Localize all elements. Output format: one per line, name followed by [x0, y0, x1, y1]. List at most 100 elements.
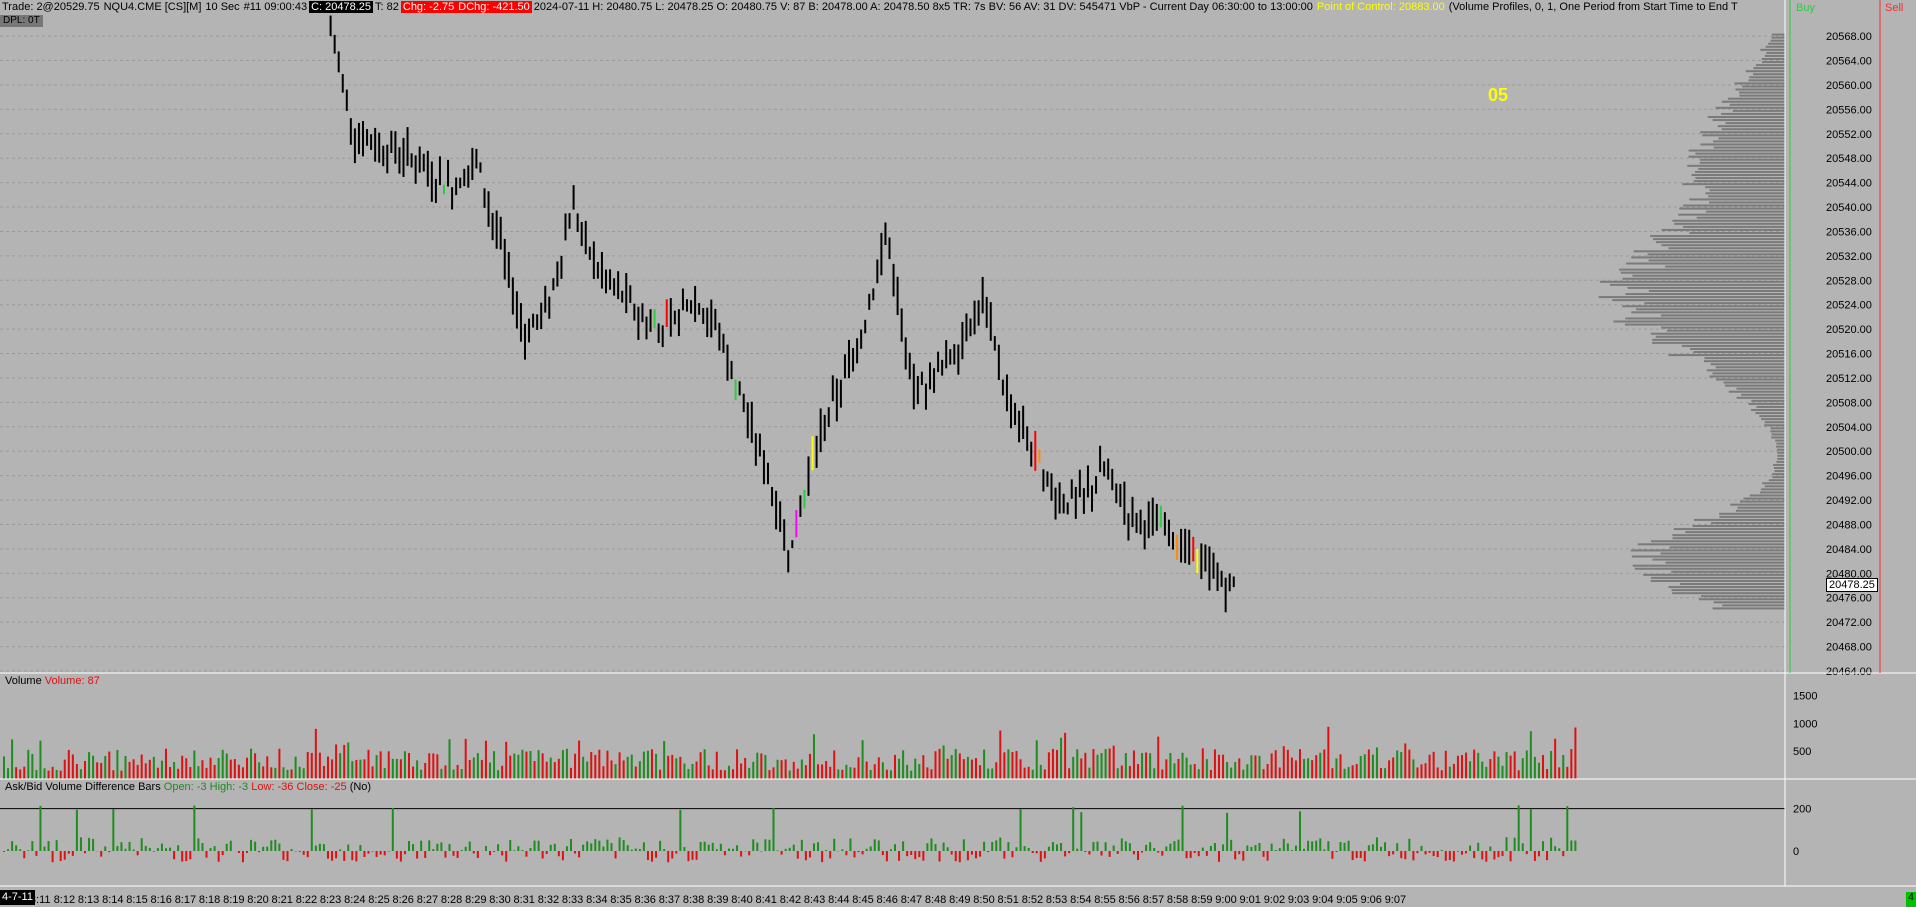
price-tick-label: 20476.00 [1826, 593, 1872, 605]
time-tick-label: 8:17 [175, 894, 196, 906]
profile-bar [1648, 259, 1785, 262]
chart-window[interactable]: { "header": { "trade": "Trade: 2@20529.7… [0, 0, 1916, 907]
profile-bar [1700, 143, 1785, 146]
profile-bar [1708, 201, 1785, 204]
profile-bar [1770, 427, 1785, 430]
profile-bar [1691, 173, 1785, 176]
diff-tick-label: 0 [1793, 846, 1799, 858]
profile-bar [1665, 265, 1785, 268]
time-tick-label: 8:41 [755, 894, 776, 906]
time-tick-label: 8:33 [562, 894, 583, 906]
profile-bar [1653, 238, 1785, 241]
profile-bar [1620, 271, 1785, 274]
profile-bar [1703, 360, 1785, 363]
profile-bar [1651, 540, 1785, 543]
profile-bar [1728, 390, 1785, 393]
profile-bar [1721, 128, 1785, 131]
time-tick-label: 8:44 [828, 894, 849, 906]
profile-bar [1755, 412, 1785, 415]
profile-bar [1683, 204, 1785, 207]
diff-extra: (No) [349, 781, 372, 793]
profile-bar [1756, 405, 1785, 408]
price-tick-label: 20484.00 [1826, 544, 1872, 556]
price-tick-label: 20516.00 [1826, 349, 1872, 361]
profile-bar [1672, 534, 1785, 537]
profile-bar [1707, 115, 1785, 118]
profile-bar [1695, 170, 1785, 173]
profile-bar [1609, 283, 1785, 286]
profile-bar [1685, 531, 1785, 534]
time-tick-label: 8:38 [683, 894, 704, 906]
time-tick-label: 8:47 [901, 894, 922, 906]
profile-bar [1688, 155, 1785, 158]
profile-bar [1690, 347, 1785, 350]
profile-bar [1777, 454, 1785, 457]
profile-bar [1723, 381, 1785, 384]
profile-bar [1650, 235, 1785, 238]
profile-bar [1668, 354, 1785, 357]
volume-title: Volume [5, 675, 42, 687]
profile-bar [1774, 470, 1785, 473]
time-tick-label: 8:21 [271, 894, 292, 906]
profile-bar [1652, 558, 1785, 561]
profile-bar [1776, 448, 1785, 451]
profile-bar [1696, 216, 1785, 219]
price-bars [329, 15, 1235, 613]
profile-bar [1743, 497, 1785, 500]
profile-bar [1672, 537, 1785, 540]
profile-bar [1734, 82, 1785, 85]
profile-bar [1760, 488, 1785, 491]
time-tick-label: 8:55 [1094, 894, 1115, 906]
volume-tick-label: 1500 [1793, 691, 1817, 703]
profile-bar [1777, 457, 1785, 460]
profile-bar [1613, 320, 1785, 323]
profile-bar [1713, 146, 1785, 149]
time-tick-label: 8:18 [199, 894, 220, 906]
profile-bar [1660, 552, 1785, 555]
profile-bar [1661, 326, 1785, 329]
profile-bar [1777, 451, 1785, 454]
profile-bar [1632, 274, 1785, 277]
price-tick-label: 20520.00 [1826, 324, 1872, 336]
time-tick-label: 8:12 [54, 894, 75, 906]
profile-bar [1773, 467, 1785, 470]
diff-high: High: -3 [209, 781, 249, 793]
profile-bar [1706, 369, 1785, 372]
volume-pane-label: Volume Volume: 87 [5, 675, 100, 688]
diff-axis: 2000 [1793, 804, 1811, 858]
profile-bar [1687, 164, 1785, 167]
price-tick-label: 20508.00 [1826, 397, 1872, 409]
profile-bar [1695, 152, 1785, 155]
price-tick-label: 20564.00 [1826, 56, 1872, 68]
profile-bar [1764, 421, 1785, 424]
profile-bar [1717, 125, 1785, 128]
profile-bar [1634, 567, 1785, 570]
profile-bar [1770, 430, 1785, 433]
profile-bar [1771, 436, 1785, 439]
time-tick-label: 8:40 [731, 894, 752, 906]
profile-bar [1759, 415, 1785, 418]
profile-bar [1619, 268, 1785, 271]
profile-bar [1725, 122, 1785, 125]
profile-bar [1650, 576, 1785, 579]
profile-bar [1776, 442, 1785, 445]
price-tick-label: 20552.00 [1826, 129, 1872, 141]
profile-bar [1715, 366, 1785, 369]
profile-bar [1652, 341, 1785, 344]
time-tick-label: 8:15 [126, 894, 147, 906]
profile-bar [1771, 36, 1785, 39]
profile-bar [1715, 378, 1785, 381]
profile-bar [1673, 528, 1785, 531]
profile-bar [1724, 384, 1785, 387]
profile-bar [1650, 579, 1785, 582]
profile-bar [1742, 85, 1785, 88]
chart-svg[interactable]: 20568.00 20564.00 20560.00 20556.00 20552.00… [0, 0, 1916, 907]
profile-bar [1748, 79, 1785, 82]
profile-bar [1721, 112, 1785, 115]
profile-bar [1732, 109, 1785, 112]
profile-bar [1719, 515, 1785, 518]
time-tick-label: 8:30 [489, 894, 510, 906]
profile-bar [1751, 409, 1785, 412]
profile-bar [1709, 189, 1785, 192]
time-tick-label: 8:34 [586, 894, 607, 906]
